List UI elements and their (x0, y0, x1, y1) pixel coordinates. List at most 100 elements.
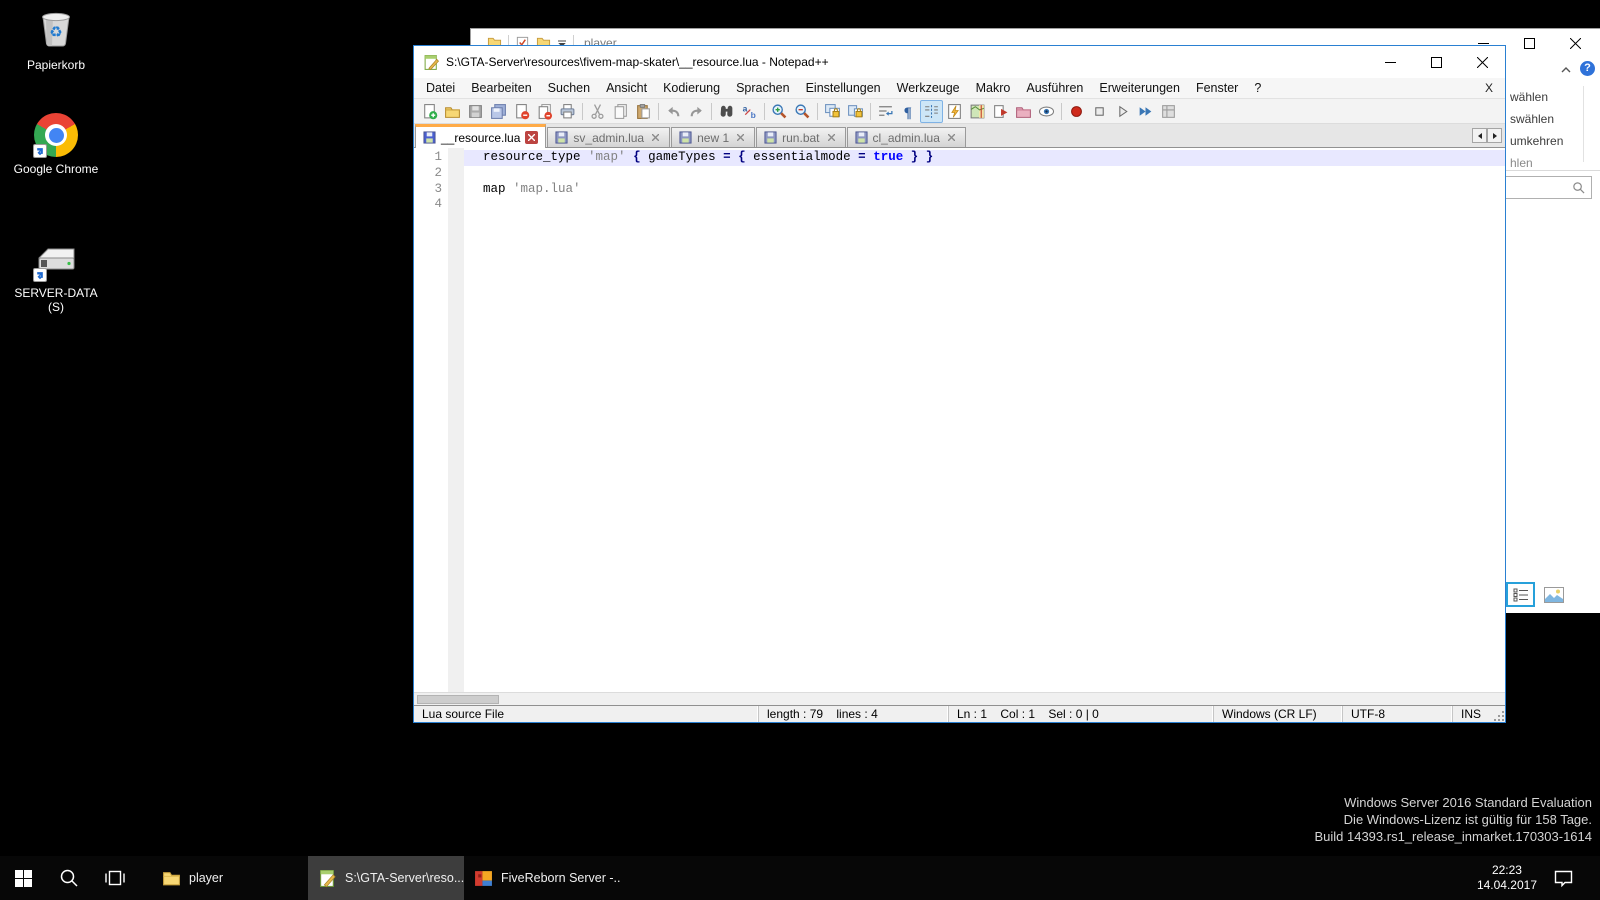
maximize-button[interactable] (1413, 46, 1459, 78)
toolbar-open-folder-button[interactable] (441, 100, 464, 123)
toolbar-show-all-chars-button[interactable]: ¶ (897, 100, 920, 123)
tab-scroll-right-button[interactable] (1487, 128, 1502, 143)
toolbar-view-eye-button[interactable] (1035, 100, 1058, 123)
menu-ausfhren[interactable]: Ausführen (1018, 79, 1091, 97)
saved-file-floppy-icon (854, 131, 868, 144)
thumbnail-view-button[interactable] (1542, 585, 1566, 604)
toolbar-macro-stop-button[interactable] (1088, 100, 1111, 123)
svg-text:a: a (743, 103, 748, 113)
folder-icon (162, 869, 181, 888)
taskbar-button-fivereborn[interactable]: FiveReborn Server -... (464, 856, 620, 900)
minimize-button[interactable] (1367, 46, 1413, 78)
tab-run.bat[interactable]: run.bat (756, 127, 846, 147)
toolbar-doc-switcher-button[interactable] (989, 100, 1012, 123)
code-line[interactable]: resource_type 'map' { gameTypes = { esse… (464, 150, 1505, 166)
explorer-maximize-button[interactable] (1506, 32, 1552, 54)
toolbar-folder-as-workspace-button[interactable] (1012, 100, 1035, 123)
explorer-search-box[interactable] (1505, 176, 1592, 199)
resize-grip[interactable] (1491, 706, 1505, 722)
toolbar-copy-button[interactable] (609, 100, 632, 123)
toolbar-word-wrap-button[interactable] (874, 100, 897, 123)
code-line[interactable] (464, 197, 1505, 213)
desktop-icon-google-chrome[interactable]: Google Chrome (13, 112, 99, 176)
desktop-icon-recycle-bin[interactable]: ♻ Papierkorb (13, 8, 99, 72)
menu-datei[interactable]: Datei (418, 79, 463, 97)
toolbar-macro-record-button[interactable] (1065, 100, 1088, 123)
tab-close-icon[interactable] (734, 131, 747, 144)
explorer-close-button[interactable] (1552, 32, 1598, 54)
toolbar-find-button[interactable] (715, 100, 738, 123)
code-line[interactable]: map 'map.lua' (464, 182, 1505, 198)
taskbar-search-button[interactable] (46, 856, 92, 900)
menu-sprachen[interactable]: Sprachen (728, 79, 798, 97)
tab-close-icon[interactable] (945, 131, 958, 144)
start-button[interactable] (0, 856, 46, 900)
action-center-icon[interactable] (1553, 869, 1574, 888)
toolbar-function-list-button[interactable] (943, 100, 966, 123)
close-button[interactable] (1459, 46, 1505, 78)
taskbar-button-folder[interactable]: player (152, 856, 308, 900)
menu-ansicht[interactable]: Ansicht (598, 79, 655, 97)
menu-erweiterungen[interactable]: Erweiterungen (1091, 79, 1188, 97)
notepadpp-titlebar[interactable]: S:\GTA-Server\resources\fivem-map-skater… (414, 46, 1505, 78)
toolbar-save-all-button[interactable] (487, 100, 510, 123)
toolbar-separator (870, 102, 871, 120)
toolbar-zoom-in-button[interactable] (768, 100, 791, 123)
ribbon-item-3[interactable]: umkehren (1510, 134, 1563, 148)
tab-sv_admin.lua[interactable]: sv_admin.lua (547, 127, 671, 147)
code-line[interactable] (464, 166, 1505, 182)
ribbon-item-2[interactable]: swählen (1510, 112, 1554, 126)
menu-suchen[interactable]: Suchen (540, 79, 598, 97)
menu-werkzeuge[interactable]: Werkzeuge (889, 79, 968, 97)
toolbar-save-button[interactable] (464, 100, 487, 123)
menu-einstellungen[interactable]: Einstellungen (798, 79, 889, 97)
menu-kodierung[interactable]: Kodierung (655, 79, 728, 97)
task-view-button[interactable] (92, 856, 138, 900)
tab-close-icon[interactable] (825, 131, 838, 144)
toolbar-new-file-button[interactable] (418, 100, 441, 123)
horizontal-scrollbar[interactable] (414, 692, 1505, 705)
function-list-icon (946, 103, 963, 120)
toolbar-macro-play-button[interactable] (1111, 100, 1134, 123)
menu-?[interactable]: ? (1246, 79, 1269, 97)
tab-close-icon[interactable] (649, 131, 662, 144)
editor[interactable]: 1234 resource_type 'map' { gameTypes = {… (414, 148, 1505, 692)
tab-close-icon[interactable] (525, 131, 539, 144)
menu-makro[interactable]: Makro (968, 79, 1019, 97)
saved-file-floppy-icon (679, 131, 692, 144)
toolbar-cut-button[interactable] (586, 100, 609, 123)
toolbar-undo-button[interactable] (662, 100, 685, 123)
menu-fenster[interactable]: Fenster (1188, 79, 1246, 97)
details-view-button[interactable] (1506, 582, 1535, 607)
ribbon-item-1[interactable]: wählen (1510, 90, 1548, 104)
toolbar-sync-vertical-button[interactable] (821, 100, 844, 123)
toolbar-sync-horizontal-button[interactable] (844, 100, 867, 123)
toolbar-document-map-button[interactable] (966, 100, 989, 123)
tab-scroll-left-button[interactable] (1472, 128, 1487, 143)
toolbar-redo-button[interactable] (685, 100, 708, 123)
bookmark-margin[interactable] (448, 148, 464, 692)
menu-bearbeiten[interactable]: Bearbeiten (463, 79, 539, 97)
toolbar-close-all-button[interactable] (533, 100, 556, 123)
toolbar-macro-save-button[interactable] (1157, 100, 1180, 123)
ribbon-collapse-chevron-icon[interactable] (1560, 64, 1572, 76)
toolbar-indent-guide-button[interactable] (920, 99, 943, 123)
scrollbar-thumb[interactable] (417, 694, 499, 704)
tab-new_1[interactable]: new 1 (671, 127, 756, 147)
explorer-help-icon[interactable]: ? (1580, 61, 1595, 76)
tab-cl_admin.lua[interactable]: cl_admin.lua (846, 127, 966, 147)
toolbar-separator (1061, 102, 1062, 120)
toolbar-close-button[interactable] (510, 100, 533, 123)
toolbar-zoom-out-button[interactable] (791, 100, 814, 123)
desktop-icon-server-data-drive[interactable]: SERVER-DATA (S) (13, 236, 99, 314)
toolbar-paste-button[interactable] (632, 100, 655, 123)
code-area[interactable]: resource_type 'map' { gameTypes = { esse… (464, 148, 1505, 692)
taskbar-button-notepadpp[interactable]: S:\GTA-Server\reso... (308, 856, 464, 900)
taskbar-clock[interactable]: 22:23 14.04.2017 (1477, 863, 1537, 893)
close-icon (513, 103, 530, 120)
menubar-close-document-button[interactable]: X (1473, 81, 1505, 95)
toolbar-print-button[interactable] (556, 100, 579, 123)
tab-__resource.lua[interactable]: __resource.lua (415, 124, 547, 148)
toolbar-macro-run-multiple-button[interactable] (1134, 100, 1157, 123)
toolbar-replace-button[interactable]: ab (738, 100, 761, 123)
